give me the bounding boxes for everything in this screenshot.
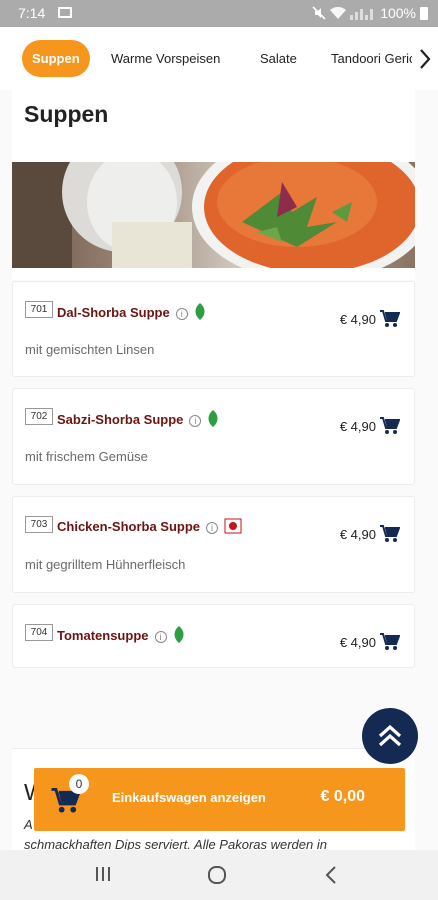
dish-price: € 4,90 [339, 312, 376, 327]
dish-name: Dal-Shorba Suppe [57, 304, 170, 320]
dish-description: mit gegrilltem Hühnerfleisch [25, 557, 186, 572]
battery-percent: 100% [380, 5, 416, 21]
dish-number: 701 [25, 301, 53, 318]
add-to-cart-button[interactable] [380, 633, 401, 656]
non-vegetarian-icon [224, 518, 242, 537]
cart-icon [380, 633, 401, 650]
double-chevron-up-icon [378, 724, 402, 747]
add-to-cart-button[interactable] [380, 310, 401, 333]
cart-icon [380, 417, 401, 434]
wifi-icon [330, 6, 347, 19]
cart-count-badge: 0 [69, 774, 89, 794]
tab-warme-vorspeisen[interactable]: Warme Vorspeisen [111, 40, 220, 77]
dish-card[interactable]: 704 Tomatensuppe i € 4,90 [12, 604, 415, 668]
system-navigation-bar [0, 850, 438, 900]
dish-price: € 4,90 [339, 527, 376, 542]
vegetarian-leaf-icon [173, 626, 185, 647]
vegetarian-leaf-icon [207, 410, 219, 431]
vegetarian-leaf-icon [194, 303, 206, 324]
cart-icon [380, 310, 401, 327]
view-cart-button[interactable]: 0 Einkaufswagen anzeigen € 0,00 [34, 768, 405, 831]
dish-name-row: Dal-Shorba Suppe i [57, 303, 206, 324]
scroll-to-top-button[interactable] [362, 708, 418, 764]
section-image [12, 162, 415, 268]
category-tabs: Suppen Warme Vorspeisen Salate Tandoori … [0, 27, 438, 90]
soup-image [12, 162, 415, 268]
next-section-text-start: A [24, 817, 33, 832]
dish-number: 703 [25, 516, 53, 533]
dish-price: € 4,90 [339, 635, 376, 650]
tab-salate[interactable]: Salate [260, 40, 297, 77]
dish-card[interactable]: 701 Dal-Shorba Suppe i mit gemischten Lin… [12, 281, 415, 377]
dish-name: Sabzi-Shorba Suppe [57, 411, 184, 427]
view-cart-label: Einkaufswagen anzeigen [112, 790, 266, 805]
dish-card[interactable]: 703 Chicken-Shorba Suppe i mit gegrilltem… [12, 496, 415, 593]
info-icon[interactable]: i [154, 630, 167, 643]
cart-icon [380, 525, 401, 542]
dish-price: € 4,90 [339, 419, 376, 434]
home-icon [208, 866, 226, 884]
recent-apps-icon [96, 867, 110, 881]
recent-apps-button[interactable] [94, 865, 112, 888]
cart-total: € 0,00 [320, 788, 365, 805]
info-icon[interactable]: i [175, 307, 188, 320]
dish-card[interactable]: 702 Sabzi-Shorba Suppe i mit frischem Gem… [12, 388, 415, 485]
add-to-cart-button[interactable] [380, 525, 401, 548]
info-icon[interactable]: i [206, 521, 219, 534]
tabs-scroll-right-button[interactable] [412, 27, 438, 90]
home-button[interactable] [207, 865, 227, 890]
section-title: Suppen [24, 101, 109, 127]
dish-description: mit frischem Gemüse [25, 449, 148, 464]
tab-suppen[interactable]: Suppen [22, 40, 90, 77]
status-bar: 7:14 100% [0, 0, 438, 27]
dish-name: Tomatensuppe [57, 627, 149, 643]
dish-number: 704 [25, 624, 53, 641]
chevron-right-icon [420, 48, 431, 69]
battery-icon [420, 6, 428, 20]
dish-name-row: Chicken-Shorba Suppe i [57, 518, 242, 537]
dish-number: 702 [25, 408, 53, 425]
dish-name: Chicken-Shorba Suppe [57, 518, 201, 534]
signal-icon [350, 8, 374, 20]
dish-name-row: Tomatensuppe i [57, 626, 185, 647]
mute-icon [312, 6, 326, 20]
add-to-cart-button[interactable] [380, 417, 401, 440]
back-button[interactable] [324, 865, 338, 890]
info-icon[interactable]: i [189, 414, 202, 427]
dish-description: mit gemischten Linsen [25, 342, 155, 357]
back-icon [325, 866, 336, 884]
image-notification-icon [58, 7, 72, 18]
status-time: 7:14 [18, 5, 46, 21]
status-icons: 100% [312, 5, 428, 21]
dish-name-row: Sabzi-Shorba Suppe i [57, 410, 219, 431]
